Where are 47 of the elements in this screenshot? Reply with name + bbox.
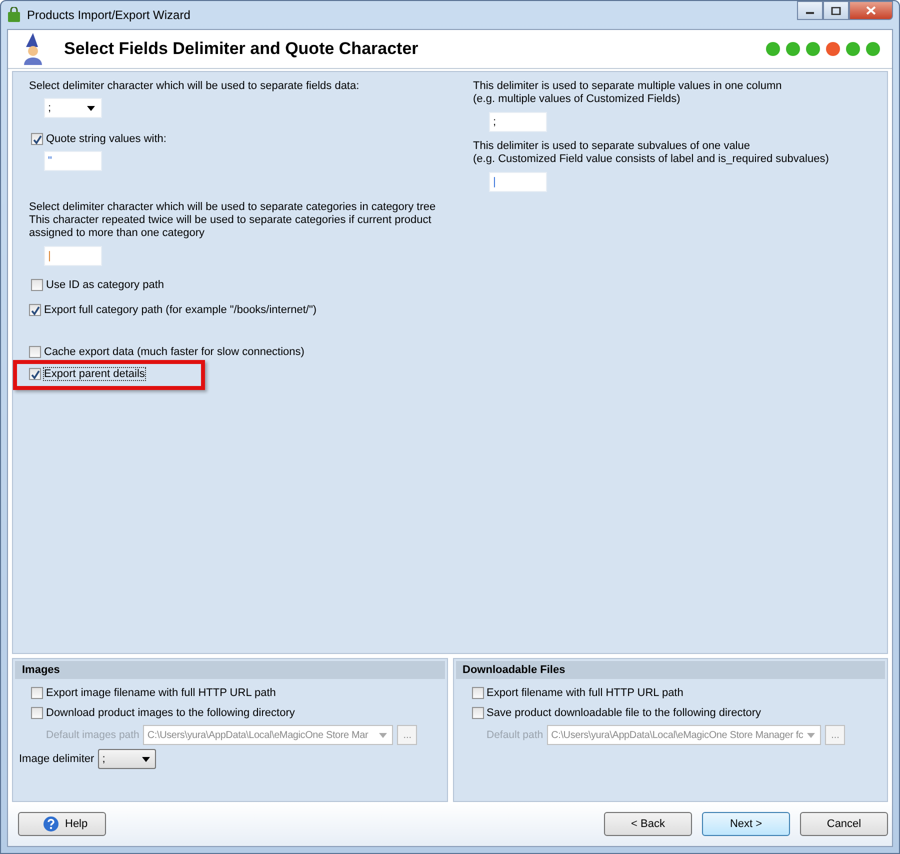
check-icon — [30, 368, 40, 380]
help-button[interactable]: Help — [18, 812, 106, 836]
field-label: This delimiter is used to separate subvalues of one value — [473, 140, 751, 153]
option-checkbox[interactable]: Export full category path (for example "/books/internet/") — [29, 304, 317, 316]
maximize-button[interactable] — [823, 1, 849, 20]
option-checkbox[interactable]: Export parent details — [29, 368, 145, 380]
maximize-icon — [831, 6, 841, 14]
wizard-icon — [22, 33, 44, 65]
page-title: Select Fields Delimiter and Quote Character — [64, 39, 418, 59]
field-label: Image delimiter — [19, 753, 94, 765]
caret-icon — [87, 106, 95, 110]
group-title: Downloadable Files — [456, 661, 885, 679]
path-label: Default images path — [46, 729, 140, 741]
wizard-button[interactable]: Next > — [702, 812, 790, 836]
caret-icon — [379, 732, 388, 738]
delimiter-field[interactable]: | — [489, 172, 547, 192]
delimiter-field[interactable]: ; — [489, 112, 547, 132]
caret-icon — [807, 732, 816, 738]
option-checkbox[interactable]: Export filename with full HTTP URL path — [472, 687, 887, 699]
option-checkbox[interactable]: Download product images to the following directory — [31, 707, 446, 719]
option-checkbox[interactable]: Save product downloadable file to the following directory — [472, 707, 887, 719]
delimiter-dropdown[interactable]: ; — [98, 749, 156, 769]
option-checkbox[interactable]: Cache export data (much faster for slow connections) — [29, 346, 304, 358]
delimiter-dropdown[interactable]: ; — [44, 98, 102, 118]
caret-icon — [142, 756, 150, 762]
path-label: Default path — [486, 729, 544, 741]
window-title: Products Import/Export Wizard — [27, 8, 190, 22]
field-label: Select delimiter character which will be used to separate fields data: — [29, 80, 360, 92]
wizard-button[interactable]: Cancel — [800, 812, 888, 836]
group-title: Images — [15, 661, 444, 679]
check-icon — [30, 304, 40, 316]
field-label: (e.g. multiple values of Customized Fields) — [473, 93, 682, 106]
close-button[interactable] — [849, 1, 893, 20]
field-label: This delimiter is used to separate multiple values in one column — [473, 80, 782, 93]
field-label: assigned to more than one category — [29, 227, 206, 240]
option-checkbox[interactable]: Export image filename with full HTTP URL path — [31, 687, 446, 699]
quote-checkbox[interactable]: Quote string values with: — [31, 133, 166, 145]
wizard-button[interactable]: < Back — [604, 812, 692, 836]
quote-field[interactable]: " — [44, 151, 102, 171]
field-label: Select delimiter character which will be used to separate categories in category tree — [29, 201, 436, 214]
help-icon — [43, 816, 59, 832]
check-icon — [32, 134, 42, 144]
close-icon — [866, 6, 876, 15]
field-label: This character repeated twice will be used to separate categories if current product — [29, 214, 432, 227]
field-label: (e.g. Customized Field value consists of label and is_required subvalues) — [473, 153, 829, 166]
minimize-button[interactable] — [797, 1, 823, 20]
option-checkbox[interactable]: Use ID as category path — [31, 279, 164, 291]
